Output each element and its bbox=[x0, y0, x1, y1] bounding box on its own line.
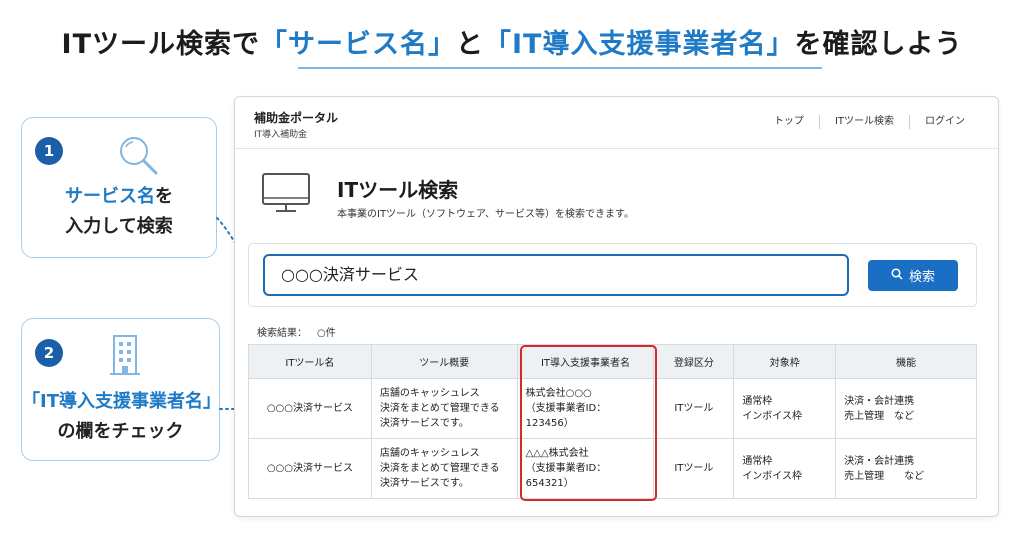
results-label: 検索結果： bbox=[257, 328, 307, 339]
table-row[interactable]: ○○○決済サービス 店舗のキャッシュレス 決済をまとめて管理できる 決済サービス… bbox=[248, 378, 977, 439]
results-count: 検索結果： ○件 bbox=[257, 324, 336, 339]
cell-overview: 店舗のキャッシュレス 決済をまとめて管理できる 決済サービスです。 bbox=[370, 438, 518, 499]
header-divider bbox=[235, 148, 998, 149]
callout-step-1: 1 サービス名を 入力して検索 bbox=[21, 117, 217, 258]
col-header-category: 登録区分 bbox=[653, 344, 735, 379]
col-header-frame: 対象枠 bbox=[733, 344, 837, 379]
table-header-row: ITツール名 ツール概要 IT導入支援事業者名 登録区分 対象枠 機能 bbox=[248, 344, 977, 379]
col-header-overview: ツール概要 bbox=[370, 344, 518, 379]
col-header-vendor: IT導入支援事業者名 bbox=[516, 344, 655, 379]
headline-service-name: 「サービス名」 bbox=[260, 29, 456, 60]
headline-vendor-name: 「IT導入支援事業者名」 bbox=[484, 29, 795, 60]
cell-vendor: 株式会社○○○ （支援事業者ID：123456） bbox=[516, 378, 655, 439]
cell-frame: 通常枠 インボイス枠 bbox=[733, 378, 837, 439]
callout-1-rest: を bbox=[155, 186, 173, 207]
step-2-badge: 2 bbox=[35, 339, 63, 367]
monitor-icon bbox=[261, 172, 311, 218]
cell-function: 決済・会計連携 売上管理 など bbox=[835, 378, 977, 439]
portal-window: 補助金ポータル IT導入補助金 トップ ITツール検索 ログイン ITツール検索… bbox=[234, 96, 999, 517]
top-nav: トップ ITツール検索 ログイン bbox=[759, 115, 980, 129]
cell-overview: 店舗のキャッシュレス 決済をまとめて管理できる 決済サービスです。 bbox=[370, 378, 518, 439]
page-description: 本事業のITツール（ソフトウェア、サービス等）を検索できます。 bbox=[337, 209, 635, 220]
cell-tool-name: ○○○決済サービス bbox=[248, 438, 372, 499]
cell-category: ITツール bbox=[653, 378, 735, 439]
search-button-label: 検索 bbox=[908, 270, 935, 285]
search-button[interactable]: 検索 bbox=[868, 260, 958, 291]
callout-2-text: 「IT導入支援事業者名」 の欄をチェック bbox=[22, 387, 221, 447]
results-table: ITツール名 ツール概要 IT導入支援事業者名 登録区分 対象枠 機能 ○○○決… bbox=[248, 344, 977, 499]
nav-login[interactable]: ログイン bbox=[909, 115, 980, 129]
callout-2-line2: の欄をチェック bbox=[57, 421, 184, 442]
portal-title: 補助金ポータル bbox=[254, 111, 339, 125]
nav-it-tool-search[interactable]: ITツール検索 bbox=[818, 115, 909, 129]
headline-part3: と bbox=[456, 29, 484, 60]
table-row[interactable]: ○○○決済サービス 店舗のキャッシュレス 決済をまとめて管理できる 決済サービス… bbox=[248, 438, 977, 499]
col-header-tool-name: ITツール名 bbox=[248, 344, 372, 379]
callout-1-line2: 入力して検索 bbox=[65, 216, 173, 237]
headline-part1: ITツール検索で bbox=[61, 29, 260, 60]
cell-vendor: △△△株式会社 （支援事業者ID：654321） bbox=[516, 438, 655, 499]
building-icon bbox=[108, 333, 142, 381]
portal-subtitle: IT導入補助金 bbox=[254, 130, 308, 140]
search-icon bbox=[116, 133, 162, 181]
step-1-badge: 1 bbox=[35, 137, 63, 165]
cell-function: 決済・会計連携 売上管理 など bbox=[835, 438, 977, 499]
callout-2-highlight: 「IT導入支援事業者名」 bbox=[22, 391, 221, 412]
search-input[interactable]: ○○○決済サービス bbox=[263, 254, 849, 296]
callout-1-text: サービス名を 入力して検索 bbox=[22, 182, 216, 242]
headline: ITツール検索で「サービス名」と「IT導入支援事業者名」を確認しよう bbox=[0, 22, 1024, 61]
results-number: ○件 bbox=[317, 328, 336, 339]
cell-frame: 通常枠 インボイス枠 bbox=[733, 438, 837, 499]
cell-category: ITツール bbox=[653, 438, 735, 499]
headline-part5: を確認しよう bbox=[794, 29, 963, 60]
col-header-function: 機能 bbox=[835, 344, 977, 379]
callout-1-highlight: サービス名 bbox=[65, 186, 155, 207]
cell-tool-name: ○○○決済サービス bbox=[248, 378, 372, 439]
page-title: ITツール検索 bbox=[337, 178, 459, 202]
headline-underline bbox=[298, 67, 822, 69]
nav-top[interactable]: トップ bbox=[759, 115, 819, 129]
search-button-icon bbox=[891, 267, 903, 284]
callout-step-2: 2 「IT導入支援事業者名」 の欄をチェック bbox=[21, 318, 221, 461]
search-panel: ○○○決済サービス 検索 bbox=[248, 243, 977, 307]
